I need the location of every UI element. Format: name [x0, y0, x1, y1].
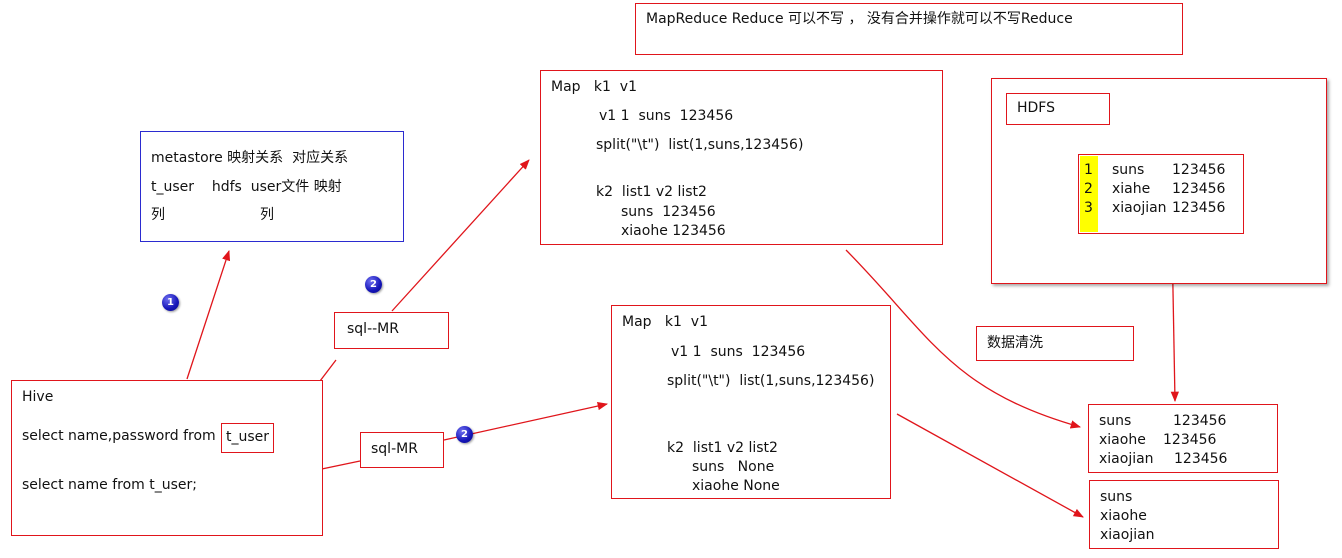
hdfs-label: HDFS [1017, 100, 1056, 116]
step-2-badge-top: 2 [365, 276, 382, 293]
hdfs-row-1-num: 1 [1084, 162, 1093, 178]
result-name-3: xiaojian [1100, 527, 1155, 543]
hdfs-file-box: 1 suns 123456 2 xiahe 123456 3 xiaojian … [1078, 154, 1244, 234]
result-name-1: suns [1100, 489, 1133, 505]
result-names-box: suns xiaohe xiaojian [1089, 480, 1279, 549]
hive-query-1: select name,password from [22, 428, 216, 444]
result-row-1-value: 123456 [1173, 413, 1227, 429]
arrow-map-bottom-to-names [896, 413, 1084, 518]
metastore-line1: metastore 映射关系 对应关系 [151, 150, 349, 166]
map-bottom-header: Map k1 v1 [622, 314, 709, 330]
hdfs-row-3-value: 123456 [1172, 200, 1226, 216]
result-full-box: suns 123456 xiaohe 123456 xiaojian 12345… [1088, 404, 1278, 473]
map-top-line4: suns 123456 [621, 204, 716, 220]
result-row-3-value: 123456 [1174, 451, 1228, 467]
hdfs-label-box: HDFS [1006, 93, 1110, 125]
data-cleaning-label: 数据清洗 [987, 335, 1043, 351]
hdfs-row-2-value: 123456 [1172, 181, 1226, 197]
hdfs-container: HDFS 1 suns 123456 2 xiahe 123456 3 xiao… [991, 78, 1327, 284]
map-top-line3: k2 list1 v2 list2 [596, 184, 707, 200]
note-box: MapReduce Reduce 可以不写 ， 没有合并操作就可以不写Reduc… [635, 3, 1183, 55]
result-row-2-name: xiaohe [1099, 432, 1146, 448]
hdfs-row-3-name: xiaojian [1112, 200, 1167, 216]
sql-mr-label-top: sql--MR [347, 321, 399, 337]
result-name-2: xiaohe [1100, 508, 1147, 524]
sql-mr-label-bottom: sql-MR [371, 441, 418, 457]
note-text: MapReduce Reduce 可以不写 ， 没有合并操作就可以不写Reduc… [646, 11, 1073, 27]
map-bottom-line4: suns None [692, 459, 775, 475]
hdfs-row-1-name: suns [1112, 162, 1145, 178]
step-2-badge-bottom: 2 [456, 426, 473, 443]
hive-query-2: select name from t_user; [22, 477, 197, 493]
metastore-line3b: 列 [260, 207, 274, 223]
map-bottom-line3: k2 list1 v2 list2 [667, 440, 778, 456]
arrow-hive-to-metastore [186, 250, 231, 380]
map-bottom-line2: split("\t") list(1,suns,123456) [667, 373, 875, 389]
hive-box: Hive select name,password from select na… [11, 380, 323, 536]
sql-mr-box-bottom: sql-MR [360, 432, 444, 468]
hdfs-row-3-num: 3 [1084, 200, 1093, 216]
hdfs-row-1-value: 123456 [1172, 162, 1226, 178]
map-top-line2: split("\t") list(1,suns,123456) [596, 137, 804, 153]
data-cleaning-box: 数据清洗 [976, 326, 1134, 361]
metastore-line2: t_user hdfs user文件 映射 [151, 179, 342, 195]
t-user-label: t_user [226, 429, 270, 445]
metastore-box: metastore 映射关系 对应关系 t_user hdfs user文件 映… [140, 131, 404, 242]
map-top-line5: xiaohe 123456 [621, 223, 726, 239]
result-row-1-name: suns [1099, 413, 1132, 429]
sql-mr-box-top: sql--MR [334, 312, 449, 349]
result-row-3-name: xiaojian [1099, 451, 1154, 467]
metastore-line3a: 列 [151, 207, 165, 223]
arrow-sqlmr-to-map-top [391, 159, 530, 312]
hdfs-row-2-num: 2 [1084, 181, 1093, 197]
hdfs-row-2-name: xiahe [1112, 181, 1151, 197]
t-user-highlight-box: t_user [221, 423, 274, 453]
map-top-header: Map k1 v1 [551, 79, 638, 95]
map-bottom-line1: v1 1 suns 123456 [671, 344, 806, 360]
result-row-2-value: 123456 [1163, 432, 1217, 448]
map-box-bottom: Map k1 v1 v1 1 suns 123456 split("\t") l… [611, 305, 891, 499]
map-top-line1: v1 1 suns 123456 [599, 108, 734, 124]
map-bottom-line5: xiaohe None [692, 478, 780, 494]
map-box-top: Map k1 v1 v1 1 suns 123456 split("\t") l… [540, 70, 943, 245]
hive-title: Hive [22, 389, 54, 405]
step-1-badge: 1 [162, 294, 179, 311]
